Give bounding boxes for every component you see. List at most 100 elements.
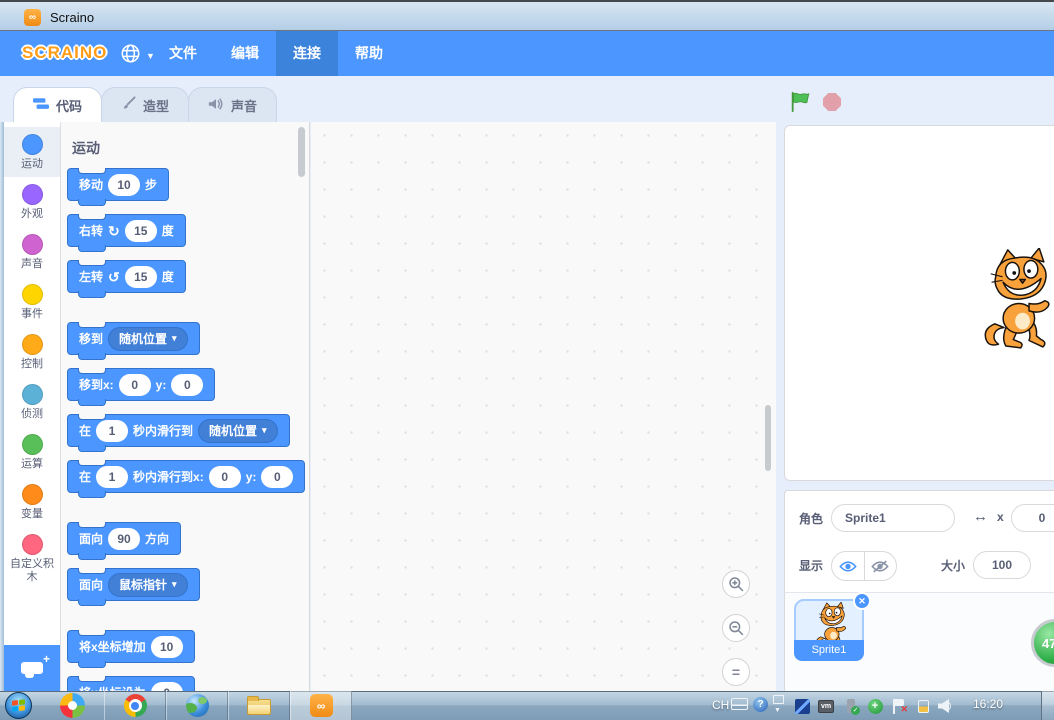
sprite-name-input[interactable]: Sprite1 xyxy=(831,504,955,532)
extension-icon: + xyxy=(21,652,50,678)
stop-button[interactable] xyxy=(823,93,841,111)
size-input[interactable]: 100 xyxy=(973,551,1031,579)
x-position-input[interactable]: 0 xyxy=(1011,504,1054,532)
dropdown-value: 随机位置 xyxy=(119,332,168,346)
block-set-x[interactable]: 将x坐标设为 0 xyxy=(67,676,195,691)
block-move[interactable]: 移动 10 步 xyxy=(67,168,170,206)
chrome-icon xyxy=(123,694,147,717)
block-input[interactable]: 0 xyxy=(208,465,241,488)
category-color-dot xyxy=(21,533,43,555)
sidebar-item-motion[interactable]: 运动 xyxy=(4,127,60,177)
action-center-tray-icon[interactable]: ✕ xyxy=(891,698,908,714)
green-flag-button[interactable] xyxy=(789,91,811,113)
menu-item-help[interactable]: 帮助 xyxy=(338,31,400,76)
usb-tray-icon[interactable]: ✓ xyxy=(843,698,860,715)
sprite-label: 角色 xyxy=(799,512,824,526)
power-lock-tray-icon[interactable] xyxy=(915,698,931,714)
block-label: 左转 xyxy=(79,270,104,284)
start-button[interactable] xyxy=(5,692,32,719)
antivirus-tray-icon[interactable]: + xyxy=(867,698,883,714)
language-selector[interactable]: ▼ xyxy=(120,43,155,69)
palette-scrollbar[interactable] xyxy=(298,127,305,177)
zoom-out-button[interactable] xyxy=(722,614,750,642)
block-label: 移动 xyxy=(79,178,104,192)
block-turn-right[interactable]: 右转 ↻ 15 度 xyxy=(67,214,186,252)
keyboard-tray-icon[interactable] xyxy=(731,698,748,710)
block-glide[interactable]: 在 1 秒内滑行到 随机位置 ▾ xyxy=(67,414,290,452)
show-desktop-button[interactable] xyxy=(1041,691,1054,720)
taskbar-chrome-button[interactable] xyxy=(104,691,166,720)
taskbar-scraino-button[interactable]: ∞ xyxy=(290,691,352,720)
block-input[interactable]: 0 xyxy=(261,465,294,488)
sidebar-item-sound[interactable]: 声音 xyxy=(4,227,60,277)
block-dropdown[interactable]: 随机位置 ▾ xyxy=(198,418,278,443)
sidebar-item-looks[interactable]: 外观 xyxy=(4,177,60,227)
menu-item-connect[interactable]: 连接 xyxy=(276,31,338,76)
block-dropdown[interactable]: 随机位置 ▾ xyxy=(108,326,188,351)
sidebar-item-events[interactable]: 事件 xyxy=(4,277,60,327)
language-indicator[interactable]: CH xyxy=(712,698,729,712)
window-titlebar[interactable]: ∞ Scraino xyxy=(0,0,1054,31)
help-tray-icon[interactable]: ? xyxy=(753,697,768,712)
block-input[interactable]: 0 xyxy=(150,681,183,691)
rotate-icon: ↺ xyxy=(108,268,120,285)
taskbar-pinwheel-app-icon[interactable] xyxy=(60,693,85,718)
tab-costumes[interactable]: 造型 xyxy=(101,87,190,122)
category-label: 运动 xyxy=(21,157,43,170)
block-input[interactable]: 15 xyxy=(124,265,157,288)
block-input[interactable]: 10 xyxy=(108,173,141,196)
zoom-reset-button[interactable]: = xyxy=(722,658,750,686)
block-input[interactable]: 0 xyxy=(171,373,204,396)
category-label: 声音 xyxy=(21,257,43,270)
cat-sprite[interactable] xyxy=(980,247,1054,360)
sidebar-item-control[interactable]: 控制 xyxy=(4,327,60,377)
block-dropdown[interactable]: 鼠标指针 ▾ xyxy=(108,572,188,597)
category-color-dot xyxy=(21,183,43,205)
block-label: y: xyxy=(155,377,167,392)
tray-app-icon[interactable] xyxy=(794,698,810,714)
clock[interactable]: 16:20 xyxy=(952,697,1024,711)
show-sprite-button[interactable] xyxy=(832,552,864,580)
tab-label: 代码 xyxy=(56,98,83,114)
hidden-icons-button[interactable] xyxy=(773,695,784,704)
block-goto[interactable]: 移到 随机位置 ▾ xyxy=(67,322,200,360)
tab-code[interactable]: 代码 xyxy=(13,87,103,122)
block-input[interactable]: 1 xyxy=(96,465,129,488)
scraino-taskbar-icon: ∞ xyxy=(309,694,333,717)
block-input[interactable]: 0 xyxy=(118,373,151,396)
taskbar-explorer-button[interactable] xyxy=(228,691,290,720)
block-input[interactable]: 90 xyxy=(108,527,141,550)
block-turn-left[interactable]: 左转 ↺ 15 度 xyxy=(67,260,186,298)
add-extension-button[interactable]: + xyxy=(4,645,60,691)
zoom-in-button[interactable] xyxy=(722,570,750,598)
category-color-dot xyxy=(21,333,43,355)
tray-expand-arrow[interactable]: ▼ xyxy=(774,707,781,714)
taskbar-browser-button[interactable] xyxy=(166,691,228,720)
sprite-card-selected[interactable]: Sprite1 ✕ xyxy=(794,592,871,661)
block-glide-xy[interactable]: 在 1 秒内滑行到x: 0 y: 0 xyxy=(67,460,306,498)
category-color-dot xyxy=(21,483,43,505)
hide-sprite-button[interactable] xyxy=(863,552,896,580)
delete-sprite-button[interactable]: ✕ xyxy=(853,592,871,610)
sidebar-item-myblocks[interactable]: 自定义积木 xyxy=(4,527,60,590)
sidebar-item-operators[interactable]: 运算 xyxy=(4,427,60,477)
brush-icon xyxy=(121,96,136,114)
script-scrollbar[interactable] xyxy=(765,405,771,471)
block-input[interactable]: 10 xyxy=(150,635,183,658)
vmware-tray-icon[interactable]: vm xyxy=(818,698,834,714)
block-input[interactable]: 1 xyxy=(96,419,129,442)
tab-sounds[interactable]: 声音 xyxy=(188,87,278,122)
sidebar-item-sensing[interactable]: 侦测 xyxy=(4,377,60,427)
block-point-towards[interactable]: 面向 鼠标指针 ▾ xyxy=(67,568,200,606)
menu-item-file[interactable]: 文件 xyxy=(152,31,214,76)
block-point-direction[interactable]: 面向 90 方向 xyxy=(67,522,182,560)
folder-icon xyxy=(247,696,271,715)
menu-bar: SCRAINO ▼ 文件 编辑 连接 帮助 xyxy=(0,31,1054,76)
sidebar-item-variables[interactable]: 变量 xyxy=(4,477,60,527)
script-canvas[interactable] xyxy=(311,122,776,691)
menu-item-edit[interactable]: 编辑 xyxy=(214,31,276,76)
visibility-toggle xyxy=(831,551,897,581)
block-change-x[interactable]: 将x坐标增加 10 xyxy=(67,630,195,668)
block-input[interactable]: 15 xyxy=(124,219,157,242)
block-goto-xy[interactable]: 移到x: 0 y: 0 xyxy=(67,368,216,406)
